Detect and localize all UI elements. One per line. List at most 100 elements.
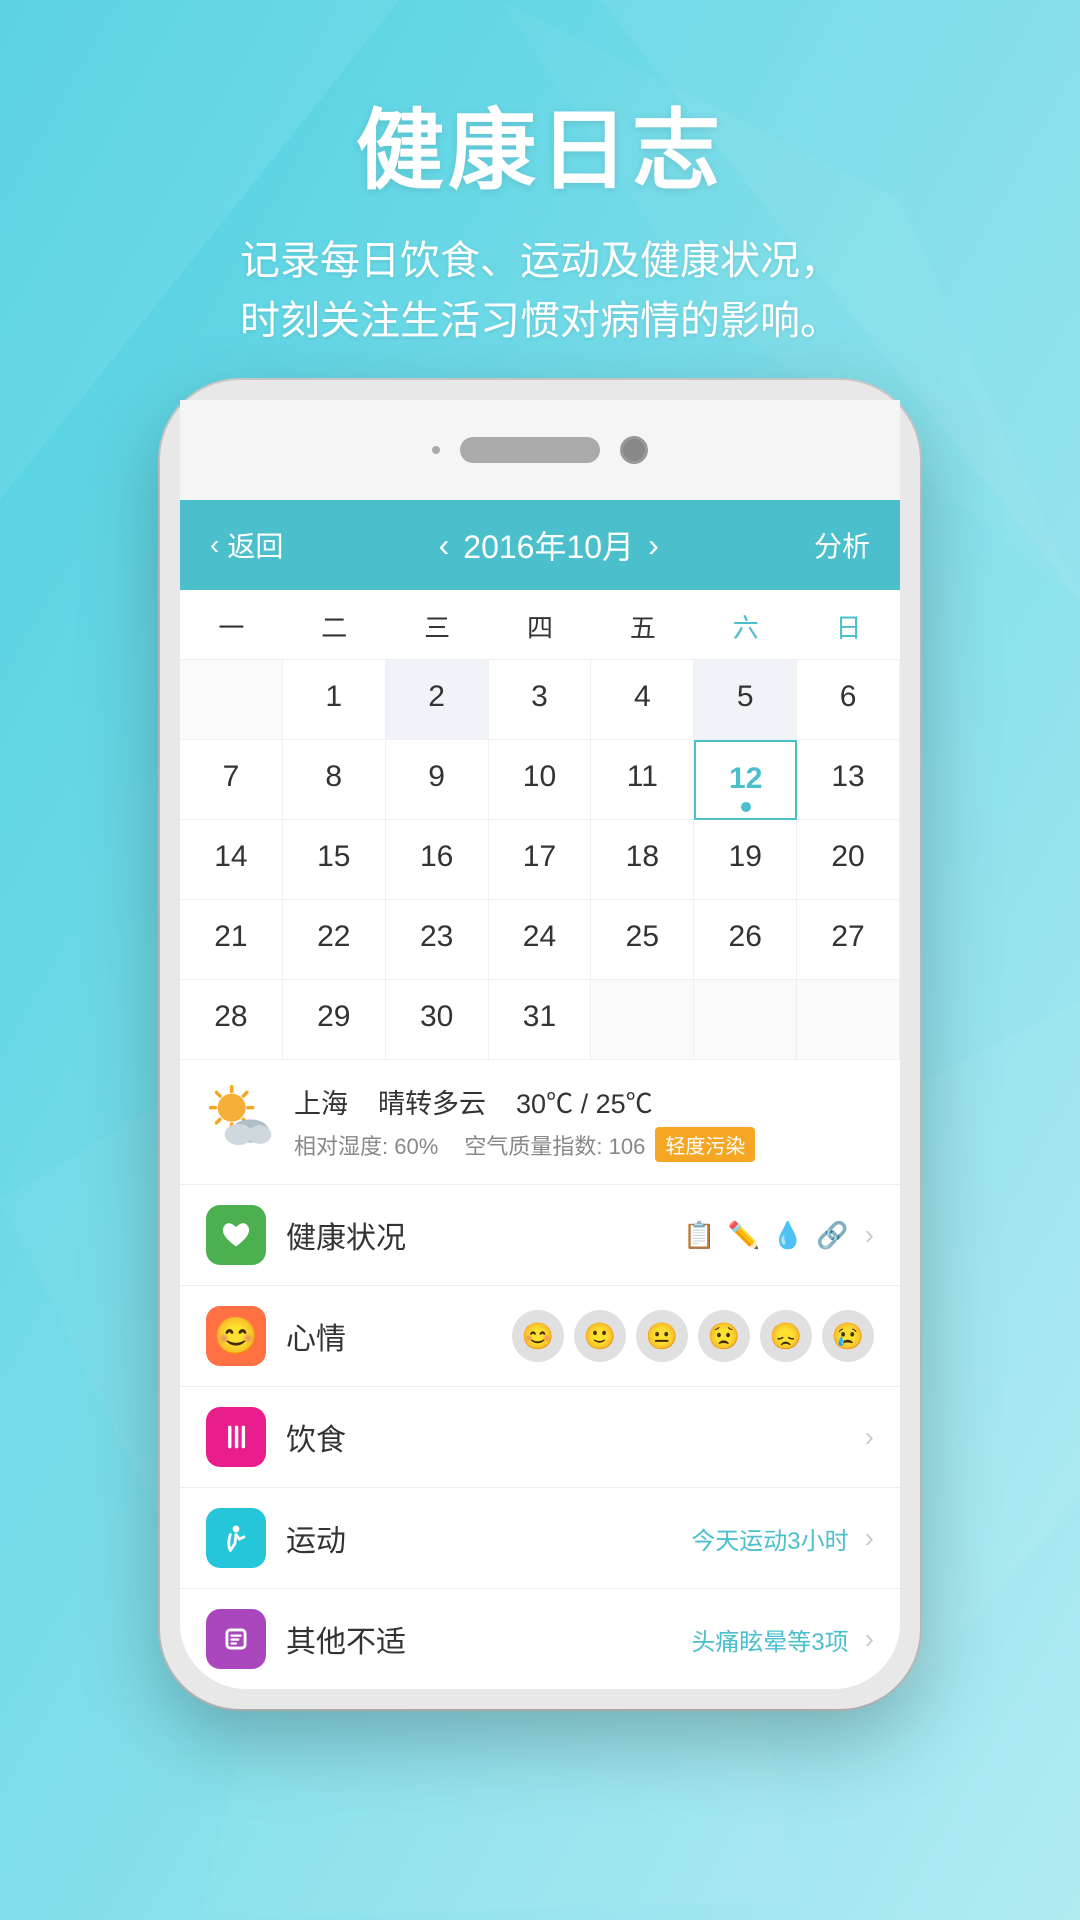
cal-cell-29[interactable]: 29 xyxy=(283,980,386,1060)
month-navigator[interactable]: ‹ 2016年10月 › xyxy=(439,522,659,568)
pollution-badge: 轻度污染 xyxy=(655,1127,755,1162)
mood-icon: 😊 xyxy=(206,1306,266,1366)
cal-cell-16[interactable]: 16 xyxy=(386,820,489,900)
phone-top-bar xyxy=(180,400,900,500)
cal-cell-28[interactable]: 28 xyxy=(180,980,283,1060)
cal-cell-3[interactable]: 3 xyxy=(489,660,592,740)
cal-cell-empty-2 xyxy=(591,980,694,1060)
health-action-icons: 📋 ✏️ 💧 🔗 xyxy=(683,1220,849,1251)
exercise-row[interactable]: 运动 今天运动3小时 › xyxy=(180,1488,900,1589)
cal-cell-19[interactable]: 19 xyxy=(694,820,797,900)
weather-section: 上海 晴转多云 30℃ / 25℃ 相对湿度: 60% 空气质量指数: 106 … xyxy=(180,1060,900,1185)
mood-options: 😊 🙂 😐 😟 😞 😢 xyxy=(512,1310,874,1362)
weekday-sun: 日 xyxy=(797,590,900,659)
diet-icon xyxy=(206,1407,266,1467)
mood-label: 心情 xyxy=(286,1314,492,1358)
exercise-icon xyxy=(206,1508,266,1568)
app-content: ‹ 返回 ‹ 2016年10月 › 分析 一 二 三 四 五 六 日 xyxy=(180,500,900,1689)
cal-cell-empty-4 xyxy=(797,980,900,1060)
cal-cell-30[interactable]: 30 xyxy=(386,980,489,1060)
phone-outer-shell: ‹ 返回 ‹ 2016年10月 › 分析 一 二 三 四 五 六 日 xyxy=(160,380,920,1709)
weather-icon xyxy=(206,1082,276,1152)
exercise-chevron-icon: › xyxy=(865,1522,874,1554)
cal-cell-24[interactable]: 24 xyxy=(489,900,592,980)
edit-icon[interactable]: ✏️ xyxy=(728,1220,760,1251)
cal-cell-25[interactable]: 25 xyxy=(591,900,694,980)
health-status-row[interactable]: 健康状况 📋 ✏️ 💧 🔗 › xyxy=(180,1185,900,1286)
mood-neutral[interactable]: 😐 xyxy=(636,1310,688,1362)
cal-cell-31[interactable]: 31 xyxy=(489,980,592,1060)
month-label: 2016年10月 xyxy=(463,522,634,568)
discomfort-chevron-icon: › xyxy=(865,1623,874,1655)
weekday-wed: 三 xyxy=(386,590,489,659)
weekday-fri: 五 xyxy=(591,590,694,659)
prev-month-icon[interactable]: ‹ xyxy=(439,527,450,564)
weekday-thu: 四 xyxy=(489,590,592,659)
health-label: 健康状况 xyxy=(286,1213,663,1257)
cal-cell-8[interactable]: 8 xyxy=(283,740,386,820)
cal-cell-2[interactable]: 2 xyxy=(386,660,489,740)
cal-cell-5[interactable]: 5 xyxy=(694,660,797,740)
chevron-left-icon: ‹ xyxy=(210,529,219,561)
clipboard-icon[interactable]: 📋 xyxy=(683,1220,715,1251)
cal-cell-26[interactable]: 26 xyxy=(694,900,797,980)
cal-cell-22[interactable]: 22 xyxy=(283,900,386,980)
cal-cell-18[interactable]: 18 xyxy=(591,820,694,900)
cal-cell-20[interactable]: 20 xyxy=(797,820,900,900)
mood-smile[interactable]: 🙂 xyxy=(574,1310,626,1362)
diet-label: 饮食 xyxy=(286,1415,845,1459)
weekday-headers: 一 二 三 四 五 六 日 xyxy=(180,590,900,660)
discomfort-label: 其他不适 xyxy=(286,1617,671,1661)
calendar-header: ‹ 返回 ‹ 2016年10月 › 分析 xyxy=(180,500,900,590)
cal-cell-empty xyxy=(180,660,283,740)
cal-cell-23[interactable]: 23 xyxy=(386,900,489,980)
cal-cell-4[interactable]: 4 xyxy=(591,660,694,740)
discomfort-icon xyxy=(206,1609,266,1669)
cal-cell-15[interactable]: 15 xyxy=(283,820,386,900)
weather-detail-text: 相对湿度: 60% 空气质量指数: 106 轻度污染 xyxy=(294,1127,874,1162)
weekday-mon: 一 xyxy=(180,590,283,659)
cal-cell-13[interactable]: 13 xyxy=(797,740,900,820)
app-title: 健康日志 xyxy=(60,80,1020,207)
diet-chevron-icon: › xyxy=(865,1421,874,1453)
mood-row[interactable]: 😊 心情 😊 🙂 😐 😟 😞 😢 xyxy=(180,1286,900,1387)
cal-cell-14[interactable]: 14 xyxy=(180,820,283,900)
cal-cell-7[interactable]: 7 xyxy=(180,740,283,820)
phone-mockup: ‹ 返回 ‹ 2016年10月 › 分析 一 二 三 四 五 六 日 xyxy=(160,380,920,1709)
health-action-area: 📋 ✏️ 💧 🔗 › xyxy=(683,1219,874,1251)
phone-camera xyxy=(620,436,648,464)
cal-cell-17[interactable]: 17 xyxy=(489,820,592,900)
mood-happy[interactable]: 😊 xyxy=(512,1310,564,1362)
mood-sad[interactable]: 😟 xyxy=(698,1310,750,1362)
mood-unhappy[interactable]: 😞 xyxy=(760,1310,812,1362)
exercise-label: 运动 xyxy=(286,1516,671,1560)
cal-cell-21[interactable]: 21 xyxy=(180,900,283,980)
diet-right: › xyxy=(865,1421,874,1453)
drop-icon[interactable]: 💧 xyxy=(772,1220,804,1251)
cal-cell-27[interactable]: 27 xyxy=(797,900,900,980)
back-button[interactable]: ‹ 返回 xyxy=(210,525,283,565)
cal-cell-6[interactable]: 6 xyxy=(797,660,900,740)
discomfort-sub-text: 头痛眩晕等3项 xyxy=(691,1622,848,1657)
link-icon[interactable]: 🔗 xyxy=(816,1220,848,1251)
cal-cell-10[interactable]: 10 xyxy=(489,740,592,820)
cal-cell-11[interactable]: 11 xyxy=(591,740,694,820)
exercise-sub-text: 今天运动3小时 xyxy=(691,1521,848,1556)
weekday-sat: 六 xyxy=(694,590,797,659)
cal-cell-empty-3 xyxy=(694,980,797,1060)
app-subtitle: 记录每日饮食、运动及健康状况， 时刻关注生活习惯对病情的影响。 xyxy=(60,231,1020,351)
cal-cell-9[interactable]: 9 xyxy=(386,740,489,820)
mood-very-sad[interactable]: 😢 xyxy=(822,1310,874,1362)
chevron-right-icon: › xyxy=(865,1219,874,1251)
diet-row[interactable]: 饮食 › xyxy=(180,1387,900,1488)
discomfort-right: 头痛眩晕等3项 › xyxy=(691,1622,874,1657)
analyze-button[interactable]: 分析 xyxy=(814,525,870,565)
header-section: 健康日志 记录每日饮食、运动及健康状况， 时刻关注生活习惯对病情的影响。 xyxy=(0,80,1080,351)
discomfort-row[interactable]: 其他不适 头痛眩晕等3项 › xyxy=(180,1589,900,1689)
mood-smiley-icon: 😊 xyxy=(214,1315,259,1357)
next-month-icon[interactable]: › xyxy=(648,527,659,564)
weather-main-text: 上海 晴转多云 30℃ / 25℃ xyxy=(294,1082,874,1121)
cal-cell-1[interactable]: 1 xyxy=(283,660,386,740)
phone-earpiece xyxy=(460,437,600,463)
cal-cell-12[interactable]: 12 xyxy=(694,740,797,820)
